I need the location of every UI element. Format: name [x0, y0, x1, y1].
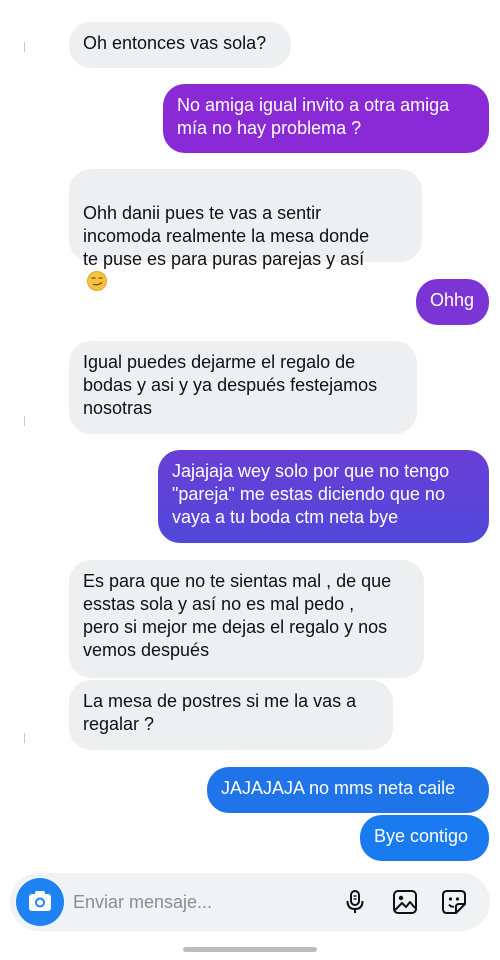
receipt-mark [24, 416, 25, 426]
message-text: Ohh danii pues te vas a sentir incomoda … [83, 203, 370, 269]
message-outgoing[interactable]: No amiga igual invito a otra amiga mía n… [163, 84, 489, 153]
message-outgoing[interactable]: JAJAJAJA no mms neta caile [207, 767, 489, 813]
message-outgoing[interactable]: Ohhg [416, 279, 489, 325]
message-outgoing[interactable]: Jajajaja wey solo por que no tengo "pare… [158, 450, 489, 543]
receipt-mark [24, 733, 25, 743]
message-composer: Enviar mensaje... [10, 873, 490, 931]
receipt-mark [24, 42, 25, 52]
message-incoming[interactable]: La mesa de postres si me la vas a regala… [69, 680, 393, 750]
camera-button[interactable] [16, 878, 64, 926]
message-incoming[interactable]: Ohh danii pues te vas a sentir incomoda … [69, 169, 422, 291]
smirk-emoji-icon [87, 271, 107, 291]
camera-icon [29, 891, 51, 911]
message-incoming[interactable]: Oh entonces vas sola? [69, 22, 291, 68]
message-incoming[interactable]: Igual puedes dejarme el regalo de bodas … [69, 341, 417, 434]
microphone-icon[interactable] [341, 888, 369, 916]
message-incoming[interactable]: Es para que no te sientas mal , de que e… [69, 560, 424, 678]
gallery-icon[interactable] [391, 888, 419, 916]
sticker-icon[interactable] [440, 888, 468, 916]
home-indicator[interactable] [183, 947, 317, 952]
message-outgoing[interactable]: Bye contigo [360, 815, 489, 861]
message-input[interactable]: Enviar mensaje... [73, 892, 212, 913]
